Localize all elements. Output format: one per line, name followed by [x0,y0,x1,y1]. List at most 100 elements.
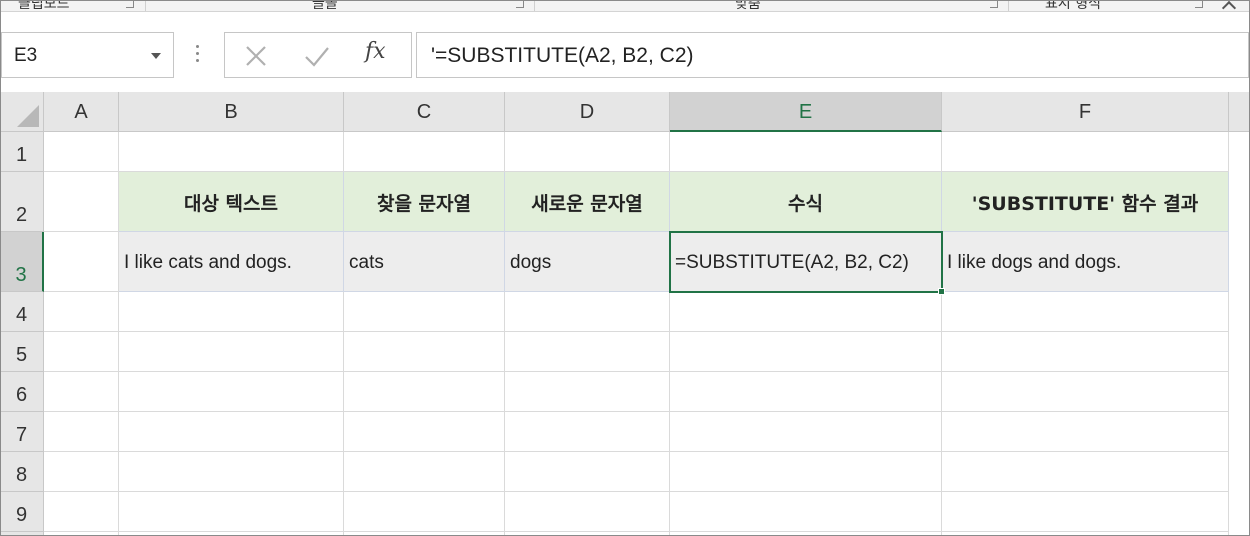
cell-a4[interactable] [44,292,119,332]
cell-c5[interactable] [344,332,505,372]
cell-e5[interactable] [670,332,942,372]
cell-c9[interactable] [344,492,505,532]
select-all-button[interactable] [0,92,44,132]
row-header-10[interactable] [0,532,44,536]
row-header-7[interactable]: 7 [0,412,44,452]
check-icon[interactable] [303,43,331,69]
cell-f1[interactable] [942,132,1229,172]
column-header-a[interactable]: A [44,92,119,132]
cell-c6[interactable] [344,372,505,412]
chevron-down-icon[interactable] [151,53,161,59]
ribbon-group-clipboard[interactable]: 클립보드 [18,0,70,11]
formula-buttons: fx [224,32,412,78]
column-header-f[interactable]: F [942,92,1229,132]
column-header-c[interactable]: C [344,92,505,132]
cell-b4[interactable] [119,292,344,332]
cell-e7[interactable] [670,412,942,452]
cell-f4[interactable] [942,292,1229,332]
ribbon-separator [145,0,146,11]
cell-d3[interactable]: dogs [505,232,670,292]
cell-e8[interactable] [670,452,942,492]
worksheet-grid: A B C D E F 1 2 3 4 5 6 7 8 9 대상 텍스트 찾을 … [0,92,1250,536]
formula-input[interactable]: '=SUBSTITUTE(A2, B2, C2) [416,32,1249,78]
cell-b5[interactable] [119,332,344,372]
cell-e1[interactable] [670,132,942,172]
cell-b7[interactable] [119,412,344,452]
cell-e10[interactable] [670,532,942,536]
column-header-g[interactable] [1229,92,1250,132]
cell-d2[interactable]: 새로운 문자열 [505,172,670,232]
cell-f9[interactable] [942,492,1229,532]
cell-b1[interactable] [119,132,344,172]
cell-a6[interactable] [44,372,119,412]
cell-c4[interactable] [344,292,505,332]
row-header-6[interactable]: 6 [0,372,44,412]
cell-f5[interactable] [942,332,1229,372]
cell-a7[interactable] [44,412,119,452]
cell-d10[interactable] [505,532,670,536]
cell-a10[interactable] [44,532,119,536]
cell-b6[interactable] [119,372,344,412]
cell-c7[interactable] [344,412,505,452]
clipboard-launcher-icon[interactable] [126,0,134,8]
cell-d9[interactable] [505,492,670,532]
column-header-b[interactable]: B [119,92,344,132]
cell-f7[interactable] [942,412,1229,452]
cell-a2[interactable] [44,172,119,232]
cell-f6[interactable] [942,372,1229,412]
cell-e9[interactable] [670,492,942,532]
cell-e4[interactable] [670,292,942,332]
row-header-2[interactable]: 2 [0,172,44,232]
insert-function-icon[interactable]: fx [365,39,386,64]
name-box[interactable]: E3 [1,32,174,78]
cell-e6[interactable] [670,372,942,412]
cell-d6[interactable] [505,372,670,412]
cell-a3[interactable] [44,232,119,292]
row-header-3[interactable]: 3 [0,232,44,292]
cell-a9[interactable] [44,492,119,532]
ribbon-separator [534,0,535,11]
cell-c10[interactable] [344,532,505,536]
cell-b3[interactable]: I like cats and dogs. [119,232,344,292]
cell-c8[interactable] [344,452,505,492]
collapse-ribbon-icon[interactable] [1220,0,1238,11]
ribbon-group-number[interactable]: 표시 형식 [1045,0,1101,11]
drag-handle-icon[interactable] [196,45,200,65]
cell-b10[interactable] [119,532,344,536]
row-header-1[interactable]: 1 [0,132,44,172]
number-launcher-icon[interactable] [1195,0,1203,8]
font-launcher-icon[interactable] [516,0,524,8]
cell-d8[interactable] [505,452,670,492]
cell-b9[interactable] [119,492,344,532]
row-header-8[interactable]: 8 [0,452,44,492]
cell-d1[interactable] [505,132,670,172]
alignment-launcher-icon[interactable] [990,0,998,8]
row-header-5[interactable]: 5 [0,332,44,372]
ribbon-strip: 클립보드 글꼴 맞춤 표시 형식 [0,0,1250,12]
fill-handle[interactable] [938,288,945,295]
cell-f8[interactable] [942,452,1229,492]
cell-f3[interactable]: I like dogs and dogs. [942,232,1229,292]
ribbon-group-font[interactable]: 글꼴 [312,0,338,11]
cell-a1[interactable] [44,132,119,172]
column-header-e[interactable]: E [670,92,942,132]
ribbon-group-alignment[interactable]: 맞춤 [735,0,761,11]
row-header-9[interactable]: 9 [0,492,44,532]
active-cell-border [669,231,943,293]
cell-f10[interactable] [942,532,1229,536]
row-header-4[interactable]: 4 [0,292,44,332]
cell-c3[interactable]: cats [344,232,505,292]
cell-f2[interactable]: 'SUBSTITUTE' 함수 결과 [942,172,1229,232]
cell-d4[interactable] [505,292,670,332]
cell-d5[interactable] [505,332,670,372]
cell-b8[interactable] [119,452,344,492]
cell-a5[interactable] [44,332,119,372]
cell-e2[interactable]: 수식 [670,172,942,232]
cell-c1[interactable] [344,132,505,172]
cancel-icon[interactable] [243,43,269,69]
cell-b2[interactable]: 대상 텍스트 [119,172,344,232]
cell-d7[interactable] [505,412,670,452]
cell-a8[interactable] [44,452,119,492]
column-header-d[interactable]: D [505,92,670,132]
cell-c2[interactable]: 찾을 문자열 [344,172,505,232]
